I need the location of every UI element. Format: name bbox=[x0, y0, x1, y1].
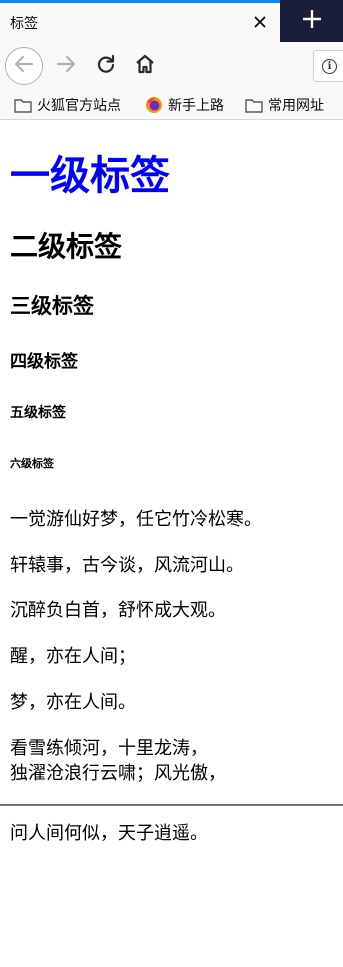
verse-line: 看雪练倾河，十里龙涛， bbox=[10, 738, 208, 759]
horizontal-rule bbox=[0, 804, 343, 806]
paragraph: 一觉游仙好梦，任它竹冷松寒。 bbox=[10, 509, 262, 530]
home-button[interactable] bbox=[127, 48, 163, 84]
reload-button[interactable] bbox=[88, 48, 124, 84]
bookmark-label: 新手上路 bbox=[168, 98, 224, 114]
firefox-icon bbox=[145, 96, 163, 114]
heading-4: 四级标签 bbox=[10, 352, 78, 372]
tab-title: 标签 bbox=[10, 16, 38, 32]
heading-6: 六级标签 bbox=[10, 457, 54, 470]
heading-1: 一级标签 bbox=[10, 153, 170, 199]
back-button[interactable] bbox=[5, 47, 43, 85]
bookmark-label: 火狐官方站点 bbox=[37, 98, 121, 114]
paragraph: 醒，亦在人间； bbox=[10, 646, 136, 667]
paragraph: 梦，亦在人间。 bbox=[10, 692, 136, 713]
bookmark-label: 常用网址 bbox=[268, 98, 324, 114]
verse-line: 独濯沧浪行云啸；风光傲， bbox=[10, 763, 226, 784]
paragraph: 轩辕事，古今谈，风流河山。 bbox=[10, 555, 244, 576]
heading-2: 二级标签 bbox=[10, 230, 123, 263]
close-tab-icon[interactable] bbox=[248, 10, 272, 34]
url-bar[interactable]: i bbox=[313, 50, 343, 82]
navigation-toolbar: i bbox=[0, 42, 343, 90]
new-tab-button[interactable] bbox=[280, 0, 343, 42]
paragraph: 沉醉负白首，舒怀成大观。 bbox=[10, 600, 226, 621]
reload-icon bbox=[95, 53, 117, 79]
back-arrow-icon bbox=[13, 53, 35, 79]
forward-button[interactable] bbox=[48, 48, 84, 84]
bookmarks-toolbar: 火狐官方站点 新手上路 常用网址 bbox=[0, 90, 343, 120]
folder-icon bbox=[245, 98, 263, 113]
paragraph: 问人间何似，天子逍遥。 bbox=[10, 823, 208, 844]
bookmark-firefox-official[interactable]: 火狐官方站点 bbox=[14, 94, 121, 116]
site-info-icon[interactable]: i bbox=[322, 59, 337, 74]
forward-arrow-icon bbox=[55, 53, 77, 79]
folder-icon bbox=[14, 98, 32, 113]
plus-icon bbox=[302, 9, 322, 33]
heading-5: 五级标签 bbox=[10, 405, 66, 421]
bookmark-common-sites[interactable]: 常用网址 bbox=[245, 94, 324, 116]
bookmark-getting-started[interactable]: 新手上路 bbox=[145, 94, 224, 116]
home-icon bbox=[134, 53, 156, 79]
heading-3: 三级标签 bbox=[10, 294, 94, 318]
active-tab[interactable]: 标签 bbox=[0, 0, 280, 42]
tab-bar: 标签 bbox=[0, 0, 343, 42]
